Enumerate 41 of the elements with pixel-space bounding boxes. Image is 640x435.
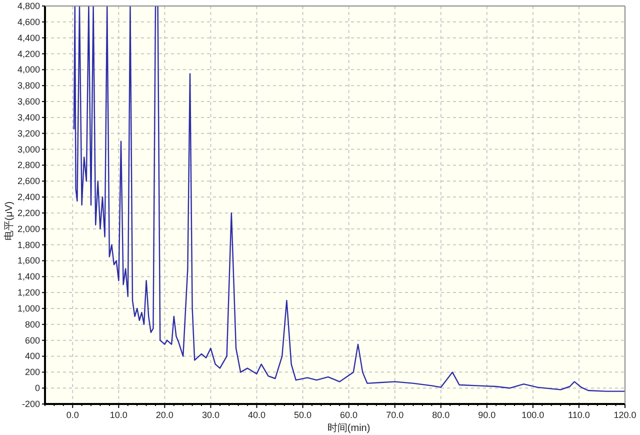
x-tick-label: 80.0 — [432, 410, 450, 420]
x-tick-label: 50.0 — [294, 410, 312, 420]
y-tick-label: 2,400 — [17, 192, 40, 202]
x-tick-label: 20.0 — [156, 410, 174, 420]
y-tick-label: 4,400 — [17, 32, 40, 43]
x-tick-label: 90.0 — [478, 410, 496, 420]
y-tick-label: 0 — [34, 383, 40, 394]
y-tick-label: 3,400 — [17, 112, 40, 122]
y-tick-label: 3,800 — [17, 80, 40, 91]
x-axis-title: 时间(min) — [327, 423, 370, 434]
x-tick-label: 110.0 — [568, 410, 590, 420]
y-tick-label: -200 — [22, 399, 40, 409]
y-tick-label: 1,600 — [17, 256, 40, 266]
y-tick-label: 4,800 — [17, 1, 40, 11]
y-tick-label: 200 — [24, 367, 40, 378]
x-tick-label: 60.0 — [340, 410, 358, 420]
x-tick-label: 100.0 — [522, 410, 544, 420]
y-tick-label: 3,600 — [17, 96, 40, 107]
x-tick-label: 70.0 — [386, 410, 404, 420]
x-tick-label: 0.0 — [66, 410, 79, 420]
y-tick-label: 2,200 — [17, 208, 40, 218]
y-tick-label: 3,000 — [17, 144, 40, 154]
y-tick-label: 800 — [24, 319, 40, 330]
y-tick-label: 1,000 — [17, 303, 40, 314]
x-tick-label: 120.0 — [614, 410, 636, 420]
y-tick-label: 4,000 — [17, 64, 40, 75]
y-tick-label: 4,600 — [17, 16, 40, 27]
y-tick-label: 400 — [24, 351, 40, 362]
y-tick-label: 2,800 — [17, 160, 40, 170]
y-tick-label: 2,000 — [17, 224, 40, 234]
x-tick-label: 10.0 — [110, 410, 128, 420]
x-tick-label: 30.0 — [202, 410, 220, 420]
x-tick-label: 40.0 — [248, 410, 266, 420]
y-tick-label: 1,800 — [17, 240, 40, 250]
y-tick-label: 1,200 — [17, 288, 40, 298]
y-axis-title: 电平(μV) — [4, 201, 15, 240]
y-tick-label: 2,600 — [17, 176, 40, 186]
y-tick-label: 600 — [24, 335, 40, 346]
y-tick-label: 1,400 — [17, 272, 40, 282]
y-tick-label: 3,200 — [17, 128, 40, 138]
y-tick-label: 4,200 — [17, 48, 40, 59]
